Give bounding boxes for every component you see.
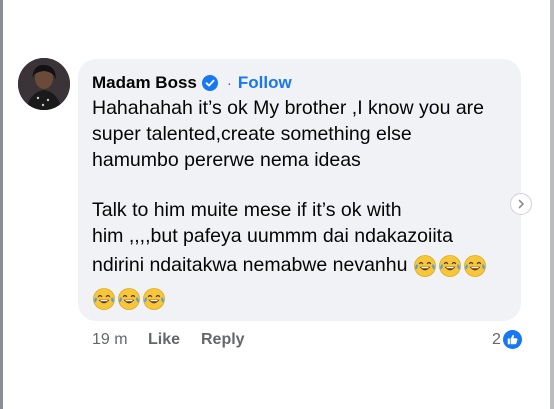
comment-text: ndirini ndaitakwa nemabwe nevanhu	[92, 254, 408, 277]
emoji-line	[92, 287, 166, 311]
comment-text-line: Hahahahah it’s ok My brother ,I know you…	[92, 97, 485, 119]
laughing-emoji-icon	[413, 254, 437, 278]
comment-header: Madam Boss · Follow	[92, 73, 292, 93]
author-name[interactable]: Madam Boss	[92, 73, 197, 93]
comment-text-line: him ,,,,but pafeya uummm dai ndakazoiita	[92, 225, 453, 247]
reaction-count: 2	[492, 330, 501, 348]
avatar[interactable]	[18, 58, 70, 110]
separator-dot: ·	[226, 74, 232, 92]
laughing-emoji-icon	[438, 254, 462, 278]
chevron-right-icon	[518, 199, 525, 209]
comment-bubble: Madam Boss · Follow Hahahahah it’s ok My…	[78, 59, 521, 321]
reply-button[interactable]: Reply	[201, 331, 245, 349]
comment-text-line: hamumbo pererwe nema ideas	[92, 149, 361, 171]
laughing-emoji-icon	[463, 254, 487, 278]
comment-text-line-with-emoji: ndirini ndaitakwa nemabwe nevanhu	[92, 254, 487, 278]
window-edge-left	[0, 0, 3, 409]
emoji-group	[92, 287, 166, 311]
see-more-chevron-button[interactable]	[510, 193, 532, 215]
reaction-summary[interactable]: 2	[492, 330, 522, 349]
comment-text-line: Talk to him muite mese if it’s ok with	[92, 199, 402, 221]
like-button[interactable]: Like	[148, 331, 180, 349]
verified-badge-icon	[201, 75, 218, 91]
window-edge-right	[550, 0, 554, 409]
follow-button[interactable]: Follow	[238, 73, 292, 93]
laughing-emoji-icon	[117, 287, 141, 311]
comment-timestamp[interactable]: 19 m	[92, 331, 128, 349]
laughing-emoji-icon	[92, 287, 116, 311]
like-reaction-icon	[502, 330, 522, 349]
emoji-group	[413, 254, 487, 278]
laughing-emoji-icon	[142, 287, 166, 311]
comment-text-line: super talented,create something else	[92, 123, 412, 145]
